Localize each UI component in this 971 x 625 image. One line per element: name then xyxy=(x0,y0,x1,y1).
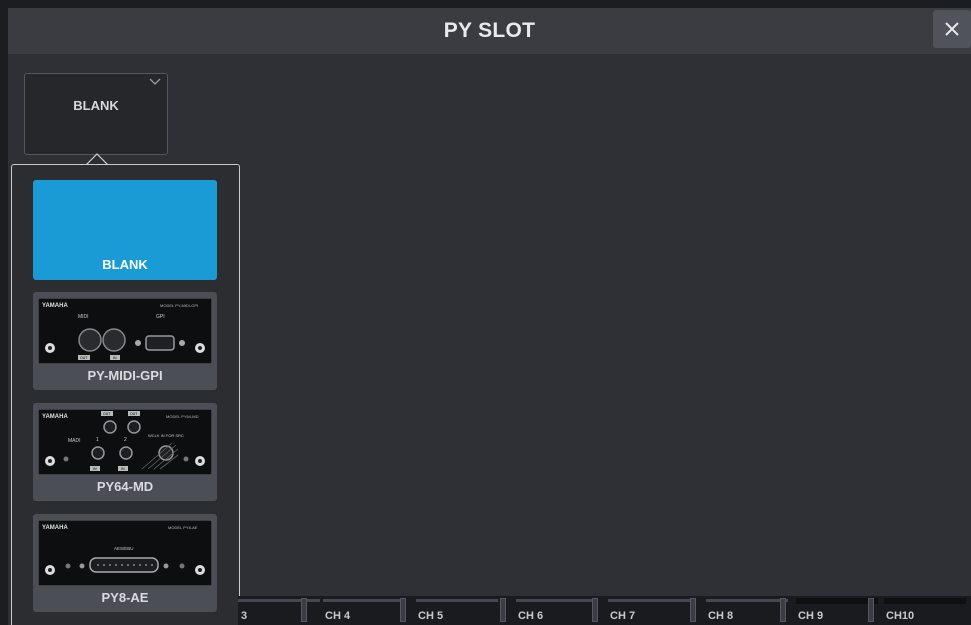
svg-text:IN: IN xyxy=(93,467,97,471)
option-label: PY64-MD xyxy=(96,479,154,494)
channel-9[interactable]: CH 9 xyxy=(780,596,878,625)
option-blank[interactable]: BLANK xyxy=(33,180,217,280)
card-options-popup: BLANK YAMAHA MODEL PY-MIDI-GPI MIDI GPI … xyxy=(11,164,240,625)
svg-text:AES/EBU: AES/EBU xyxy=(114,546,134,551)
close-button[interactable] xyxy=(933,10,971,48)
model-text: MODEL PY-MIDI-GPI xyxy=(160,303,198,308)
option-label: BLANK xyxy=(102,257,148,272)
option-py-midi-gpi[interactable]: YAMAHA MODEL PY-MIDI-GPI MIDI GPI OUT IN… xyxy=(33,292,217,390)
svg-text:YAMAHA: YAMAHA xyxy=(42,414,68,420)
svg-text:1: 1 xyxy=(96,437,99,443)
channel-5[interactable]: CH 5 xyxy=(400,596,498,625)
py8-ae-card-image: YAMAHA MODEL PY8-AE AES/EBU xyxy=(38,520,212,586)
py64-md-card-image: YAMAHA MODEL PY64-MD MADI OUT OUT 1 2 IN… xyxy=(38,409,212,475)
channel-7[interactable]: CH 7 xyxy=(592,596,690,625)
option-py64-md[interactable]: YAMAHA MODEL PY64-MD MADI OUT OUT 1 2 IN… xyxy=(33,403,217,501)
channel-6[interactable]: CH 6 xyxy=(500,596,598,625)
svg-text:GPI: GPI xyxy=(156,314,165,320)
svg-text:OUT: OUT xyxy=(130,412,138,416)
svg-text:MODEL PY64-MD: MODEL PY64-MD xyxy=(166,414,199,419)
py-midi-gpi-card-image: YAMAHA MODEL PY-MIDI-GPI MIDI GPI OUT IN xyxy=(38,298,212,364)
slot-card-selector[interactable]: BLANK xyxy=(24,73,168,155)
brand-text: YAMAHA xyxy=(42,303,68,309)
close-icon xyxy=(945,22,959,36)
option-label: PY-MIDI-GPI xyxy=(87,368,163,383)
svg-text:YAMAHA: YAMAHA xyxy=(42,525,68,531)
svg-text:OUT: OUT xyxy=(103,412,111,416)
slot-selector-value: BLANK xyxy=(73,98,119,113)
svg-text:MODEL PY8-AE: MODEL PY8-AE xyxy=(168,525,198,530)
window-title: PY SLOT xyxy=(443,19,536,42)
chevron-down-icon xyxy=(149,78,161,85)
option-py8-ae[interactable]: YAMAHA MODEL PY8-AE AES/EBU PY8-AE xyxy=(33,514,217,612)
svg-text:OUT: OUT xyxy=(80,356,88,360)
channel-4[interactable]: CH 4 xyxy=(301,596,405,625)
channel-strip: 3 CH 4 CH 5 CH 6 CH 7 CH 8 CH 9 CH10 xyxy=(238,596,971,625)
svg-text:MIDI: MIDI xyxy=(78,314,89,320)
title-bar: PY SLOT xyxy=(8,8,971,54)
svg-text:IN: IN xyxy=(121,467,125,471)
svg-text:IN: IN xyxy=(113,356,117,360)
svg-text:MADI: MADI xyxy=(68,438,81,444)
svg-text:WCLK IN FOR SRC: WCLK IN FOR SRC xyxy=(148,433,184,438)
py-slot-window: PY SLOT BLANK BLANK YAMAHA MODEL PY-MIDI… xyxy=(8,8,971,625)
channel-10[interactable]: CH10 xyxy=(868,596,966,625)
channel-8[interactable]: CH 8 xyxy=(690,596,788,625)
svg-text:2: 2 xyxy=(124,437,127,443)
option-label: PY8-AE xyxy=(101,590,149,605)
